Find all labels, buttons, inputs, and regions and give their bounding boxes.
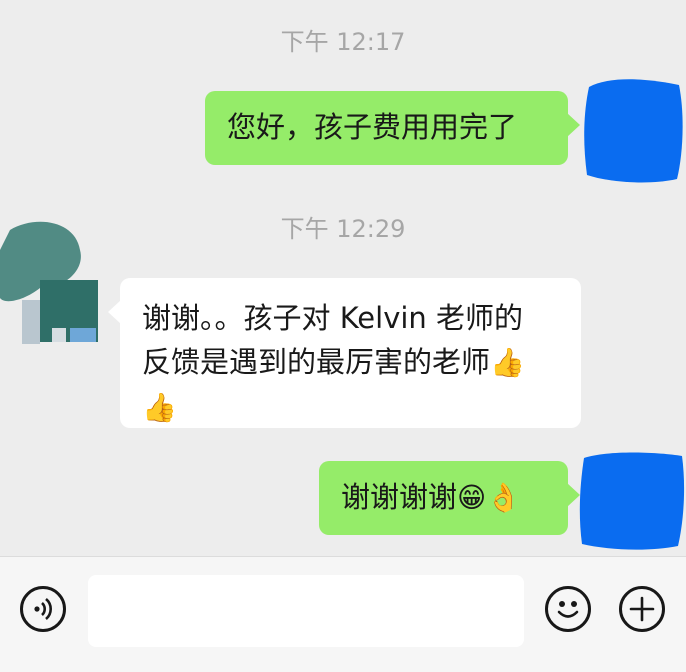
- grinning-face-icon: 😁: [457, 481, 487, 514]
- timestamp: 下午 12:17: [280, 28, 406, 56]
- input-bar: [0, 556, 686, 672]
- plus-icon: [629, 596, 655, 622]
- message-text-line: 反馈是遇到的最厉害的老师: [142, 345, 491, 379]
- thumbs-up-icon: 👍: [142, 391, 177, 424]
- my-avatar[interactable]: [578, 450, 686, 552]
- message-bubble-outgoing[interactable]: 谢谢谢谢😁👌: [319, 461, 580, 535]
- voice-icon: [34, 598, 52, 620]
- message-input[interactable]: [88, 575, 524, 647]
- my-avatar[interactable]: [581, 75, 686, 185]
- message-bubble-outgoing[interactable]: 您好，孩子费用用完了: [205, 91, 580, 165]
- contact-avatar[interactable]: [0, 210, 100, 355]
- message-bubble-incoming[interactable]: 谢谢。。孩子对 Kelvin 老师的 反馈是遇到的最厉害的老师👍 👍: [108, 278, 581, 428]
- smiley-icon: [557, 601, 579, 618]
- message-text: 谢谢谢谢: [341, 480, 458, 514]
- message-text-line: 谢谢。。孩子对 Kelvin 老师的: [142, 301, 524, 335]
- timestamp: 下午 12:29: [280, 215, 406, 243]
- add-button[interactable]: [619, 586, 665, 632]
- ok-hand-icon: 👌: [486, 481, 522, 514]
- voice-button[interactable]: [20, 586, 66, 632]
- message-text: 您好，孩子费用用完了: [227, 110, 518, 144]
- emoji-button[interactable]: [545, 586, 591, 632]
- thumbs-up-icon: 👍: [490, 346, 525, 379]
